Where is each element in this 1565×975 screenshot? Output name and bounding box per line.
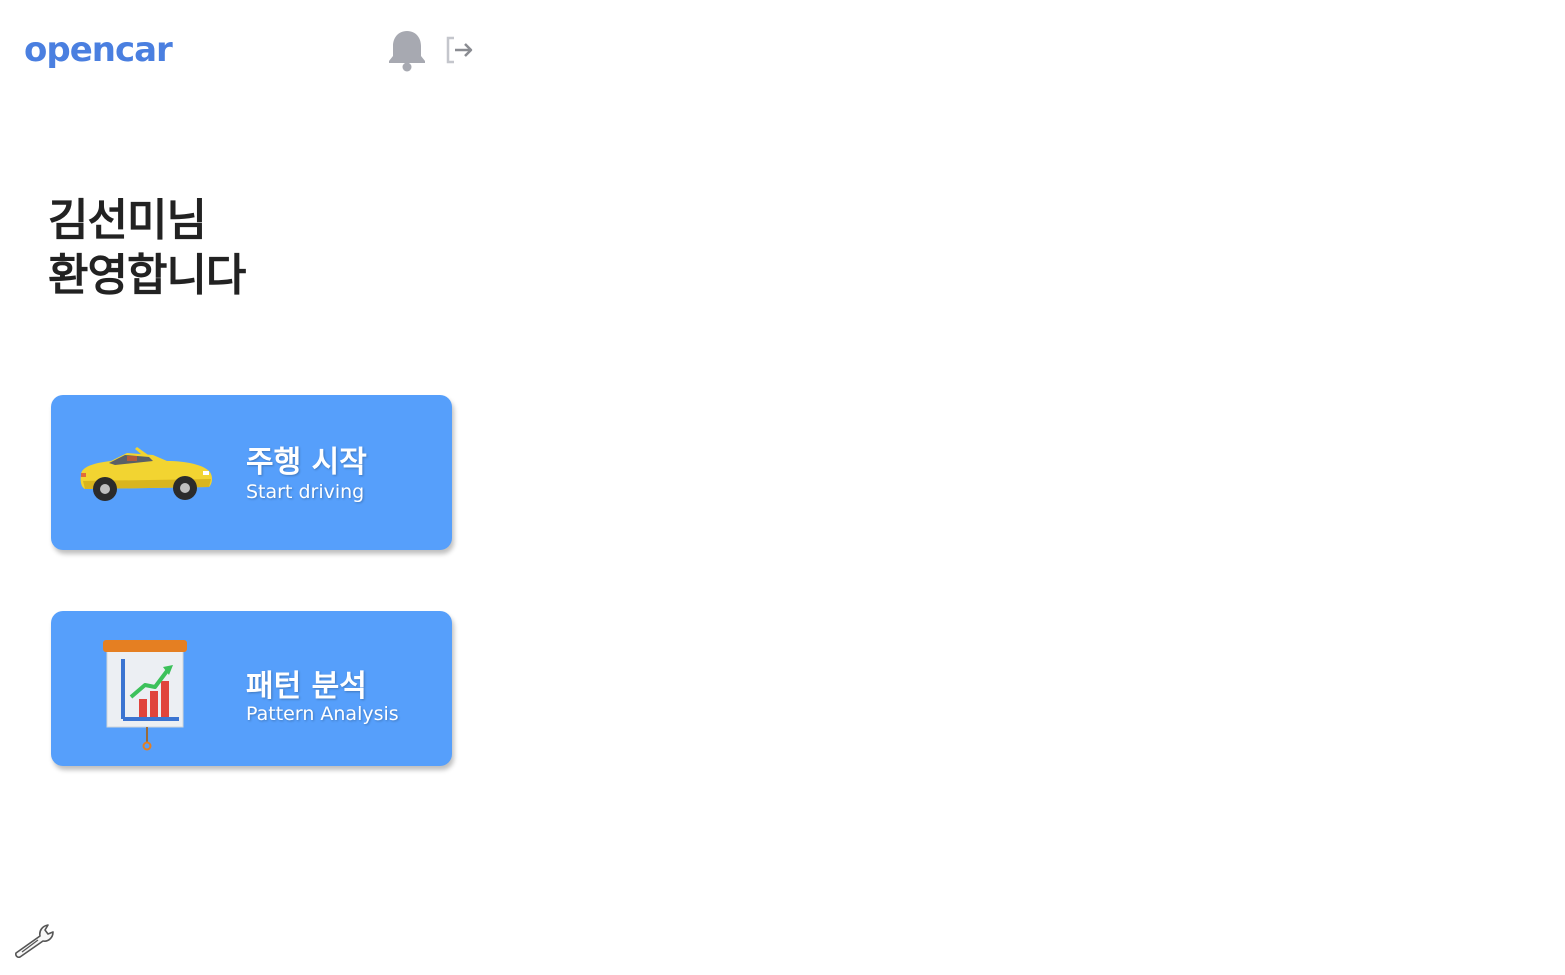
pattern-analysis-subtitle: Pattern Analysis	[246, 703, 399, 725]
opencar-logo: opencar	[24, 30, 173, 70]
chart-board-icon	[103, 640, 187, 751]
welcome-user-name: 김선미님	[48, 195, 207, 246]
pattern-analysis-title: 패턴 분석	[246, 669, 367, 704]
car-icon	[80, 447, 213, 501]
welcome-greeting: 환영합니다	[48, 250, 246, 301]
wrench-icon[interactable]	[12, 922, 58, 958]
pattern-analysis-button[interactable]: 패턴 분석 Pattern Analysis	[51, 611, 452, 766]
start-driving-title: 주행 시작	[246, 445, 367, 480]
main-screen: opencar 김선미님 환영합니다 주행 시작 Start driving 패…	[0, 0, 1565, 975]
start-driving-subtitle: Start driving	[246, 481, 365, 503]
start-driving-button[interactable]: 주행 시작 Start driving	[51, 395, 452, 550]
bell-icon[interactable]	[386, 28, 428, 72]
logout-icon[interactable]	[444, 34, 474, 66]
welcome-message: 김선미님 환영합니다	[48, 193, 246, 303]
